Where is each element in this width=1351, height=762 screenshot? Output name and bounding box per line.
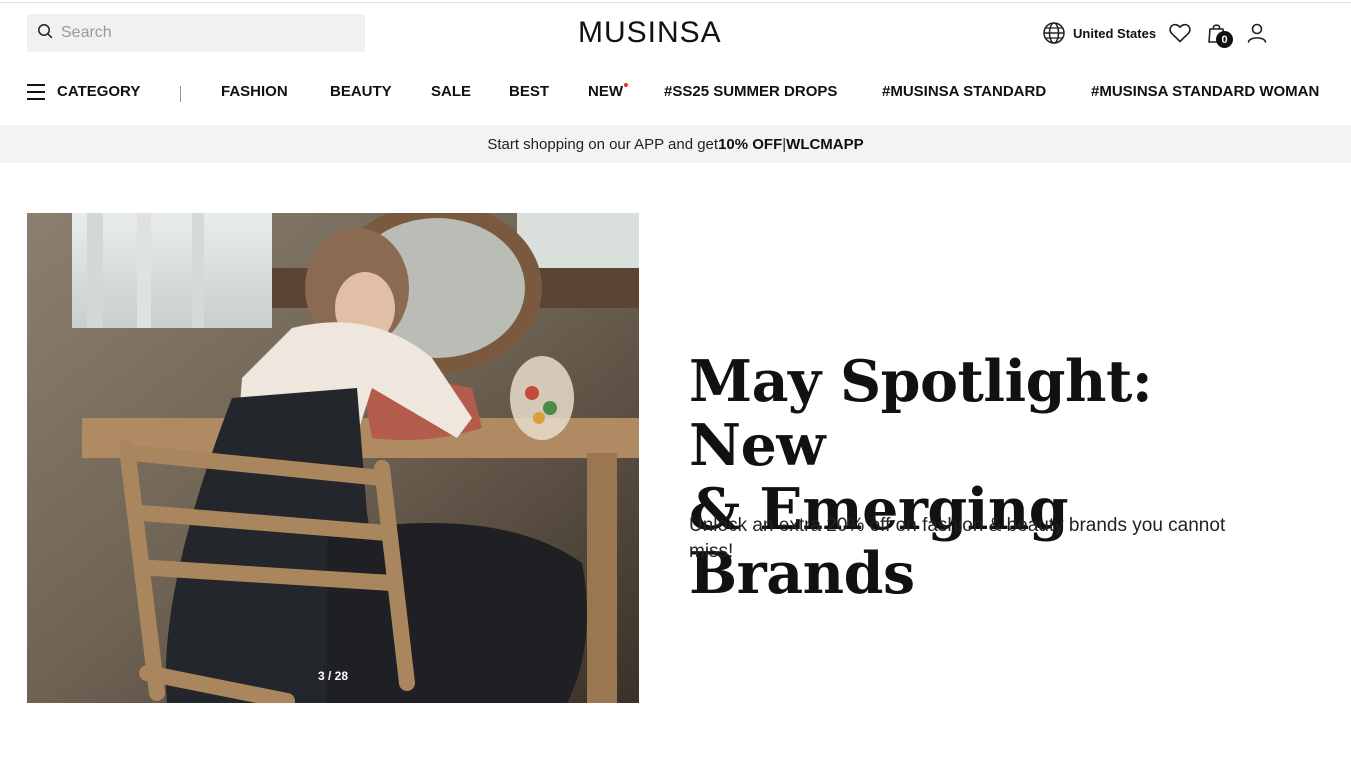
site-logo[interactable]: MUSINSA <box>578 16 721 50</box>
hero-title: May Spotlight: New & Emerging Brands <box>689 350 1289 606</box>
hero-subtitle: Unlock an extra 20% off on fashion & bea… <box>689 515 1226 562</box>
nav-item-new[interactable]: NEW <box>588 83 623 100</box>
cart-count-badge: 0 <box>1216 31 1233 48</box>
promo-code: WLCMAPP <box>786 135 864 153</box>
hero-title-line-1: May Spotlight: New <box>689 348 1153 479</box>
search-icon[interactable] <box>37 23 53 44</box>
user-icon[interactable] <box>1245 20 1269 46</box>
promo-discount: 10% OFF <box>718 135 783 153</box>
nav-item-beauty[interactable]: BEAUTY <box>330 83 392 100</box>
hamburger-icon[interactable] <box>27 84 45 100</box>
search-input[interactable] <box>61 24 341 42</box>
nav-item-sale[interactable]: SALE <box>431 83 471 100</box>
promo-banner[interactable]: Start shopping on our APP and get 10% OF… <box>0 125 1351 163</box>
main-nav: CATEGORY FASHION BEAUTY SALE BEST NEW #S… <box>0 74 1351 112</box>
nav-item-musinsa-standard[interactable]: #MUSINSA STANDARD <box>882 83 1046 100</box>
country-selector[interactable]: United States <box>1073 20 1156 46</box>
hero-image[interactable]: 3 / 28 <box>27 213 639 703</box>
nav-divider <box>180 86 181 102</box>
nav-category[interactable]: CATEGORY <box>57 83 140 100</box>
slide-counter: 3 / 28 <box>317 669 349 683</box>
globe-icon[interactable] <box>1042 20 1066 46</box>
nav-item-best[interactable]: BEST <box>509 83 549 100</box>
search-bar[interactable] <box>27 14 365 52</box>
top-divider <box>0 2 1351 3</box>
nav-item-ss25-summer-drops[interactable]: #SS25 SUMMER DROPS <box>664 83 837 100</box>
heart-icon[interactable] <box>1168 20 1192 46</box>
new-indicator-dot <box>624 83 628 87</box>
nav-item-musinsa-standard-woman[interactable]: #MUSINSA STANDARD WOMAN <box>1091 83 1319 100</box>
nav-item-fashion[interactable]: FASHION <box>221 83 288 100</box>
promo-text: Start shopping on our APP and get <box>487 135 719 153</box>
